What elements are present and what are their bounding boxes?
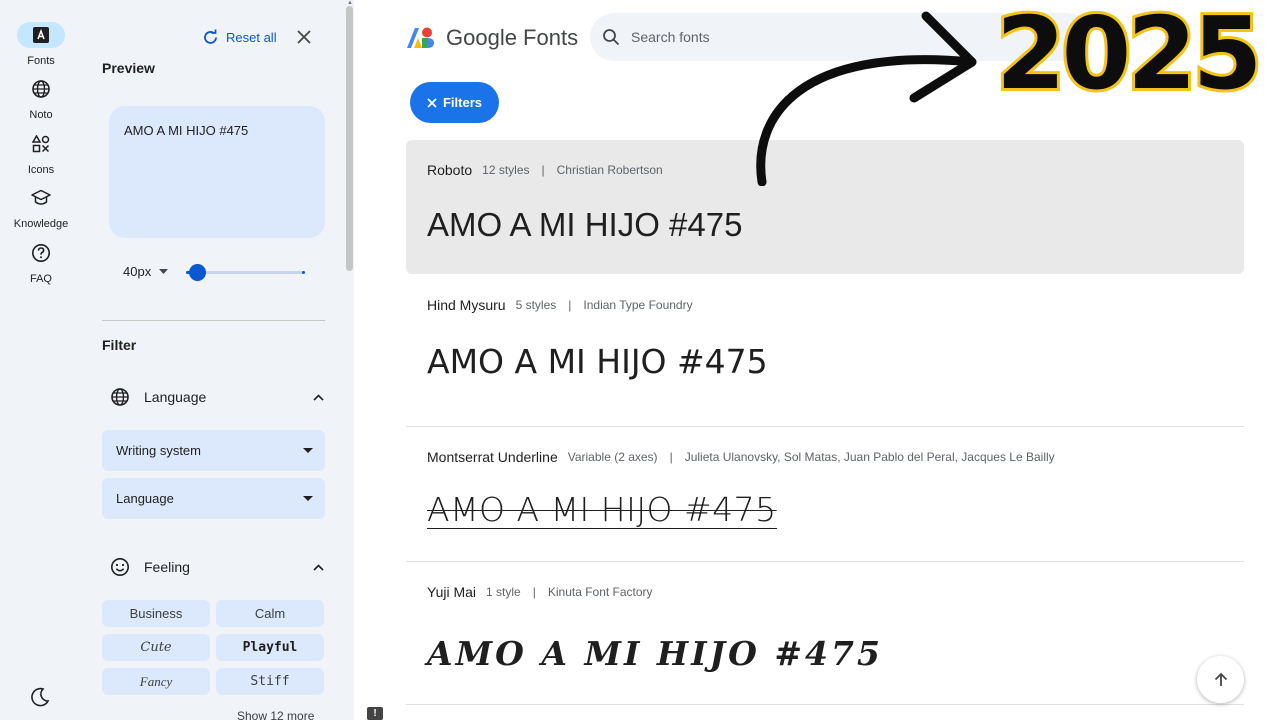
filters-button[interactable]: Filters [410, 82, 499, 123]
font-card-meta: Yuji Mai 1 style | Kinuta Font Factory [427, 584, 653, 600]
moon-icon[interactable] [29, 686, 51, 713]
refresh-icon [204, 29, 217, 44]
meta-separator: | [669, 450, 673, 464]
search-icon [603, 29, 620, 46]
globe-icon [17, 76, 65, 102]
font-size-value: 40px [123, 264, 152, 279]
year-overlay-text: 2025 [993, 0, 1265, 112]
rail-item-fonts[interactable]: Fonts [0, 22, 82, 67]
navigation-rail: Fonts Noto Icons Knowledge FAQ [0, 0, 82, 720]
rail-label-fonts: Fonts [27, 55, 55, 67]
rail-item-icons[interactable]: Icons [0, 131, 82, 176]
feeling-section-header[interactable]: Feeling [110, 555, 324, 579]
font-card-meta: Roboto 12 styles | Christian Robertson [427, 162, 663, 178]
font-designer: Kinuta Font Factory [547, 585, 653, 599]
arrow-up-icon [1214, 672, 1227, 686]
preview-title: Preview [102, 60, 155, 76]
feedback-icon[interactable]: ! [367, 707, 383, 720]
font-card-hind-mysuru[interactable]: Hind Mysuru 5 styles | Indian Type Found… [406, 286, 1244, 426]
slider-end-dot [302, 271, 305, 274]
curved-arrow-icon [756, 11, 977, 186]
font-styles: 12 styles [482, 163, 530, 177]
dropdown-arrow-icon [303, 496, 313, 501]
feeling-section-label: Feeling [144, 559, 190, 575]
font-card-meta: Hind Mysuru 5 styles | Indian Type Found… [427, 297, 693, 313]
dropdown-arrow-icon [159, 269, 169, 274]
font-card-meta: Montserrat Underline Variable (2 axes) |… [427, 449, 1055, 465]
rail-label-knowledge: Knowledge [13, 218, 69, 230]
reset-all-label: Reset all [226, 30, 277, 45]
rail-item-faq[interactable]: FAQ [0, 240, 82, 285]
font-designer: Christian Robertson [556, 163, 663, 177]
font-styles: 5 styles [515, 298, 557, 312]
font-name: Hind Mysuru [427, 297, 506, 313]
filter-title: Filter [102, 337, 137, 353]
back-to-top-button[interactable] [1197, 656, 1244, 703]
font-name: Yuji Mai [427, 584, 477, 600]
help-icon [17, 240, 65, 266]
font-sample: AMO A MI HIJO #475 [427, 634, 883, 673]
rail-label-faq: FAQ [29, 273, 52, 285]
filters-button-label: Filters [442, 95, 482, 110]
globe-icon [111, 388, 129, 406]
shapes-icon [17, 131, 65, 157]
font-sample: AMO A MI HIJO #475 [427, 342, 768, 381]
font-designer: Indian Type Foundry [583, 298, 693, 312]
preview-text-input[interactable]: AMO A MI HIJO #475 [109, 106, 325, 238]
language-section-label: Language [144, 389, 207, 405]
school-icon [17, 185, 65, 211]
font-card-yuji-mai[interactable]: Yuji Mai 1 style | Kinuta Font Factory A… [406, 562, 1244, 703]
font-icon [17, 22, 65, 48]
card-divider [406, 704, 1244, 705]
font-sample: AMO A MI HIJO #475 [427, 490, 777, 529]
google-fonts-page: Fonts Noto Icons Knowledge FAQ Reset all… [0, 0, 1280, 720]
chevron-up-icon [313, 393, 324, 401]
language-dropdown[interactable]: Language [102, 478, 325, 519]
feeling-chip-fancy[interactable]: Fancy [102, 668, 210, 695]
font-size-select[interactable]: 40px [123, 264, 169, 279]
chevron-up-icon [313, 563, 324, 571]
feeling-chip-business[interactable]: Business [102, 600, 210, 627]
feeling-chip-calm[interactable]: Calm [216, 600, 324, 627]
rail-label-icons: Icons [27, 164, 55, 176]
panel-scrollbar[interactable] [346, 6, 353, 271]
font-sample: AMO A MI HIJO #475 [427, 206, 743, 243]
font-card-montserrat-underline[interactable]: Montserrat Underline Variable (2 axes) |… [406, 427, 1244, 561]
font-styles: 1 style [486, 585, 521, 599]
reset-all-button[interactable]: Reset all [202, 29, 277, 46]
feeling-chip-cute[interactable]: Cute [102, 634, 210, 661]
logo-text: Google Fonts [446, 25, 579, 50]
google-fonts-logo-icon [407, 27, 434, 48]
feeling-chip-stiff[interactable]: Stiff [216, 668, 324, 695]
font-name: Roboto [427, 162, 473, 178]
close-icon [427, 97, 437, 108]
meta-separator: | [532, 585, 536, 599]
language-section-header[interactable]: Language [110, 385, 324, 409]
google-fonts-logo[interactable]: Google Fonts [406, 25, 578, 51]
rail-label-noto: Noto [29, 109, 53, 121]
font-designer: Julieta Ulanovsky, Sol Matas, Juan Pablo… [684, 450, 1055, 464]
meta-separator: | [541, 163, 545, 177]
dropdown-arrow-icon [303, 448, 313, 453]
feeling-chip-playful[interactable]: Playful [216, 634, 324, 661]
close-icon[interactable] [296, 29, 312, 50]
show-more-link[interactable]: Show 12 more [237, 709, 314, 720]
panel-divider [102, 320, 325, 321]
font-name: Montserrat Underline [427, 449, 558, 465]
meta-separator: | [568, 298, 572, 312]
writing-system-label: Writing system [116, 443, 201, 458]
rail-item-noto[interactable]: Noto [0, 76, 82, 121]
writing-system-dropdown[interactable]: Writing system [102, 430, 325, 471]
language-dropdown-label: Language [116, 491, 174, 506]
smiley-icon [111, 558, 129, 576]
font-styles: Variable (2 axes) [567, 450, 658, 464]
rail-item-knowledge[interactable]: Knowledge [0, 185, 82, 230]
